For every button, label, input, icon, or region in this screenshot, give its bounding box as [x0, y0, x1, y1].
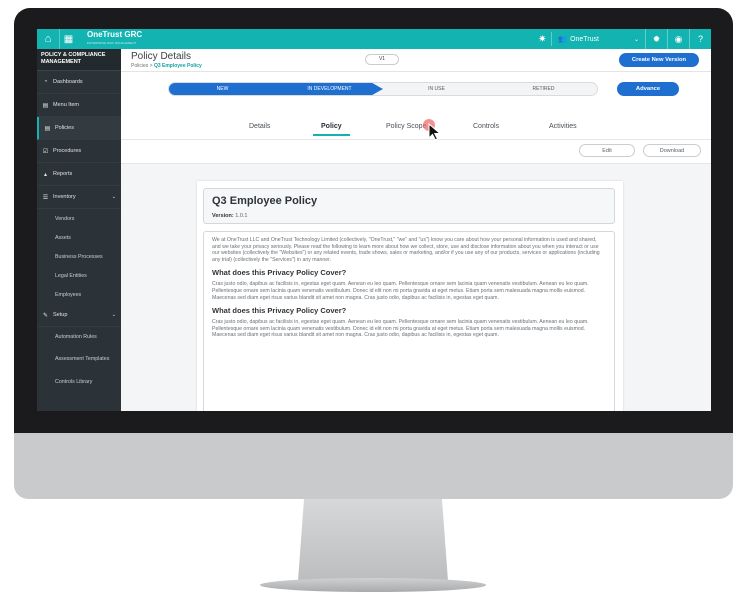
breadcrumb-root[interactable]: Policies: [131, 63, 148, 69]
brand-subtitle: ENTERPRISE RISK MANAGEMENT: [87, 41, 137, 45]
chart-icon: ▴: [43, 171, 47, 178]
sidebar-subitem-controls-library[interactable]: Controls Library: [37, 372, 121, 391]
sidebar-item-label: Setup: [53, 312, 68, 318]
sidebar-subitem-employees[interactable]: Employees: [37, 285, 121, 304]
monitor-stand-neck: [298, 499, 448, 581]
user-icon[interactable]: ◉: [667, 29, 689, 49]
monitor-chin: [14, 433, 733, 499]
sidebar-item-reports[interactable]: ▴ Reports: [37, 163, 121, 186]
download-button[interactable]: Download: [643, 144, 701, 157]
notification-icon[interactable]: ✷: [533, 34, 551, 45]
sidebar-item-setup[interactable]: ✎ Setup ⌄: [37, 304, 121, 327]
wrench-icon: ✎: [42, 312, 49, 319]
top-bar: ⌂ ▦ OneTrust GRC ENTERPRISE RISK MANAGEM…: [37, 29, 711, 49]
tab-details[interactable]: Details: [249, 123, 270, 130]
dashboard-icon: ◔: [43, 79, 48, 85]
sidebar: POLICY & COMPLIANCE MANAGEMENT ◔ Dashboa…: [37, 49, 121, 411]
sidebar-title: POLICY & COMPLIANCE MANAGEMENT: [37, 49, 121, 71]
chevron-down-icon: ⌄: [111, 312, 116, 318]
home-icon[interactable]: ⌂: [37, 29, 59, 49]
sidebar-item-label: Procedures: [53, 148, 82, 154]
version-selector[interactable]: V1: [365, 54, 399, 65]
tabs: Details Policy Policy Scope Controls Act…: [121, 108, 711, 140]
list-icon: ☰: [42, 194, 49, 201]
create-new-version-button[interactable]: Create New Version: [619, 53, 699, 67]
cursor-icon: [428, 123, 442, 141]
document-icon: ▤: [42, 102, 49, 109]
tab-controls[interactable]: Controls: [473, 123, 499, 130]
breadcrumb-current: Q3 Employee Policy: [153, 63, 202, 69]
sidebar-item-label: Policies: [55, 125, 74, 131]
workflow-stages: NEW IN DEVELOPMENT IN USE RETIRED: [168, 82, 598, 96]
monitor-stand-foot: [260, 578, 486, 592]
section-text: Cras justo odio, dapibus ac facilisis in…: [212, 319, 589, 339]
screen: ⌂ ▦ OneTrust GRC ENTERPRISE RISK MANAGEM…: [37, 29, 711, 411]
stage-in-use: IN USE: [428, 86, 445, 92]
org-switcher[interactable]: 👥 OneTrust: [551, 32, 605, 46]
document-intro: We at OneTrust LLC and OneTrust Technolo…: [212, 237, 600, 263]
checkbox-icon: ☑: [42, 148, 49, 155]
document-version: Version: 1.0.1: [212, 213, 247, 219]
section-heading: What does this Privacy Policy Cover?: [212, 268, 347, 278]
org-name: OneTrust: [570, 35, 599, 43]
tab-policy[interactable]: Policy: [313, 123, 350, 136]
page-header: Policy Details Policies > Q3 Employee Po…: [121, 49, 711, 72]
sidebar-item-inventory[interactable]: ☰ Inventory ⌄: [37, 186, 121, 209]
document-body: We at OneTrust LLC and OneTrust Technolo…: [203, 231, 615, 411]
sidebar-item-policies[interactable]: ▤ Policies: [37, 117, 121, 140]
stage-retired: RETIRED: [532, 86, 555, 92]
action-row: Edit Download: [121, 140, 711, 164]
chevron-down-icon[interactable]: ⌄: [605, 36, 645, 43]
sidebar-subitem-assessment-templates[interactable]: Assessment Templates: [37, 346, 121, 372]
app-grid-icon[interactable]: ▦: [59, 29, 77, 49]
advance-button[interactable]: Advance: [617, 82, 679, 96]
policy-document: Q3 Employee Policy Version: 1.0.1 We at …: [197, 181, 623, 411]
stage-new: NEW: [169, 83, 276, 95]
sidebar-subitem-business-processes[interactable]: Business Processes: [37, 247, 121, 266]
sidebar-item-dashboards[interactable]: ◔ Dashboards: [37, 71, 121, 94]
sidebar-item-procedures[interactable]: ☑ Procedures: [37, 140, 121, 163]
gear-icon[interactable]: ✹: [645, 29, 667, 49]
section-heading: What does this Privacy Policy Cover?: [212, 306, 347, 316]
breadcrumb-separator: >: [149, 63, 153, 69]
help-icon[interactable]: ?: [689, 29, 711, 49]
sidebar-subitem-vendors[interactable]: Vendors: [37, 209, 121, 228]
sidebar-subitem-legal-entities[interactable]: Legal Entities: [37, 266, 121, 285]
document-header: Q3 Employee Policy Version: 1.0.1: [203, 188, 615, 224]
stage-in-development: IN DEVELOPMENT: [276, 83, 383, 95]
sidebar-item-label: Dashboards: [53, 79, 83, 85]
users-icon: 👥: [558, 36, 568, 43]
sidebar-subitem-assets[interactable]: Assets: [37, 228, 121, 247]
page-title: Policy Details: [131, 51, 192, 62]
sidebar-item-label: Reports: [53, 171, 73, 177]
section-text: Cras justo odio, dapibus ac facilisis in…: [212, 281, 589, 301]
workflow-stages-row: NEW IN DEVELOPMENT IN USE RETIRED Advanc…: [121, 72, 711, 108]
brand-name: OneTrust GRC: [87, 30, 143, 39]
document-title: Q3 Employee Policy: [212, 195, 318, 207]
tab-policy-scope[interactable]: Policy Scope: [386, 123, 426, 130]
version-label: Version:: [212, 213, 234, 219]
breadcrumb: Policies > Q3 Employee Policy: [131, 63, 202, 69]
version-value: 1.0.1: [235, 213, 248, 219]
brand-logo: OneTrust GRC ENTERPRISE RISK MANAGEMENT: [77, 31, 142, 47]
tab-activities[interactable]: Activities: [549, 123, 577, 130]
chevron-down-icon: ⌄: [111, 194, 116, 200]
sidebar-item-label: Inventory: [53, 194, 76, 200]
edit-button[interactable]: Edit: [579, 144, 635, 157]
sidebar-subitem-automation-rules[interactable]: Automation Rules: [37, 327, 121, 346]
sidebar-item-label: Menu Item: [53, 102, 79, 108]
sidebar-item-menu-item[interactable]: ▤ Menu Item: [37, 94, 121, 117]
document-icon: ▤: [44, 125, 51, 132]
